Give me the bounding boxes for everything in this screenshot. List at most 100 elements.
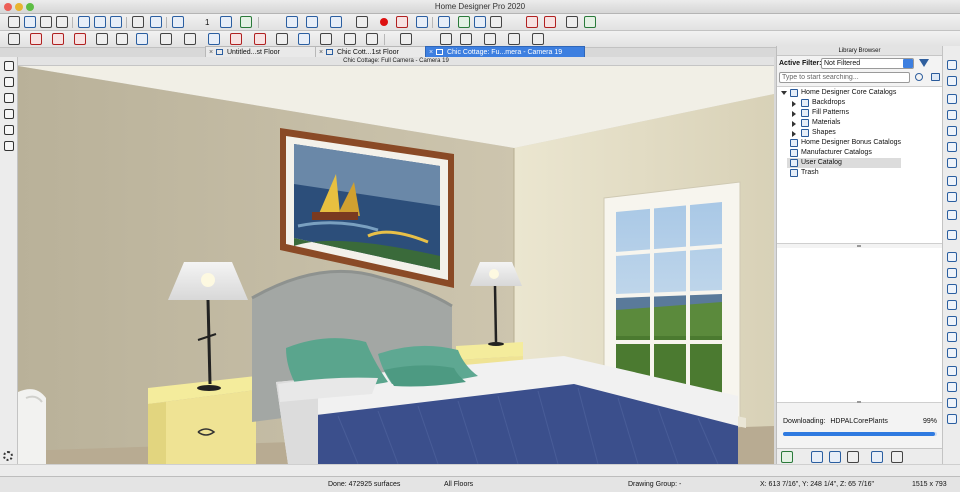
select-arrow-icon[interactable] xyxy=(4,61,14,71)
pan-window-icon[interactable] xyxy=(947,110,957,120)
active-filter-select[interactable]: Not Filtered xyxy=(821,58,914,69)
print-icon[interactable] xyxy=(56,16,68,28)
help-icon[interactable] xyxy=(150,16,162,28)
expand-arrow-icon[interactable] xyxy=(792,111,796,117)
splitter-handle[interactable] xyxy=(857,401,861,403)
cut-icon[interactable] xyxy=(78,16,90,28)
dimension-icon[interactable] xyxy=(947,348,957,358)
plan-icon[interactable] xyxy=(947,252,957,262)
tab-chic-cottage-camera[interactable]: × Chic Cottage: Fu...mera - Camera 19 xyxy=(425,46,585,57)
overview-icon[interactable] xyxy=(306,16,318,28)
new-catalog-icon[interactable] xyxy=(811,451,823,463)
resize-icon[interactable] xyxy=(4,125,14,135)
tree-item-materials[interactable]: Materials xyxy=(779,118,939,128)
move-icon[interactable] xyxy=(4,93,14,103)
library-browser-toggle-icon[interactable] xyxy=(584,16,596,28)
copy-icon[interactable] xyxy=(829,451,841,463)
export-icon[interactable] xyxy=(891,451,903,463)
refresh-icon[interactable] xyxy=(781,451,793,463)
gear-icon[interactable] xyxy=(3,451,13,461)
camera-view[interactable] xyxy=(18,66,774,464)
expand-arrow-icon[interactable] xyxy=(792,131,796,137)
walkthrough-icon[interactable] xyxy=(416,16,428,28)
pan-hand-icon[interactable] xyxy=(4,77,14,87)
tree-item-core-catalogs[interactable]: Home Designer Core Catalogs xyxy=(779,88,939,98)
expand-arrow-icon[interactable] xyxy=(792,121,796,127)
fill-window-icon[interactable] xyxy=(947,126,957,136)
arc-tool-icon[interactable] xyxy=(344,33,356,45)
tree-item-trash[interactable]: Trash xyxy=(779,168,939,178)
close-tab-icon[interactable]: × xyxy=(209,47,213,57)
reference-icon[interactable] xyxy=(947,316,957,326)
elevation-icon[interactable] xyxy=(947,268,957,278)
show-layer-icon[interactable] xyxy=(947,142,957,152)
rotate-icon[interactable] xyxy=(4,109,14,119)
lights-icon[interactable] xyxy=(947,332,957,342)
save-icon[interactable] xyxy=(40,16,52,28)
select-objects-icon[interactable] xyxy=(132,16,144,28)
paint-icon[interactable] xyxy=(356,16,368,28)
cabinet-tool-icon[interactable] xyxy=(136,33,148,45)
tree-item-bonus-catalogs[interactable]: Home Designer Bonus Catalogs xyxy=(779,138,939,148)
tree-item-shapes[interactable]: Shapes xyxy=(779,128,939,138)
record-icon[interactable] xyxy=(380,18,388,26)
new-file-icon[interactable] xyxy=(8,16,20,28)
redo-icon[interactable] xyxy=(110,16,122,28)
polyline-tool-icon[interactable] xyxy=(460,33,472,45)
tree-item-fill-patterns[interactable]: Fill Patterns xyxy=(779,108,939,118)
text-tool-icon[interactable] xyxy=(276,33,288,45)
delete-tool-icon[interactable] xyxy=(440,33,452,45)
expand-arrow-icon[interactable] xyxy=(781,91,787,95)
search-icon[interactable] xyxy=(915,73,923,81)
paste-icon[interactable] xyxy=(847,451,859,463)
horizontal-scrollbar[interactable] xyxy=(0,464,960,476)
circle-tool-icon[interactable] xyxy=(508,33,520,45)
room-tool-icon[interactable] xyxy=(52,33,64,45)
tree-item-manufacturer-catalogs[interactable]: Manufacturer Catalogs xyxy=(779,148,939,158)
camera-icon[interactable] xyxy=(286,16,298,28)
cad-tool-icon[interactable] xyxy=(298,33,310,45)
shape-tool-icon[interactable] xyxy=(366,33,378,45)
undo-icon[interactable] xyxy=(94,16,106,28)
up-floor-icon[interactable] xyxy=(220,16,232,28)
material-eyedropper-icon[interactable] xyxy=(396,16,408,28)
fixture-tool-icon[interactable] xyxy=(184,33,196,45)
select-tool-icon[interactable] xyxy=(8,33,20,45)
grid-icon[interactable] xyxy=(947,366,957,376)
zoom-out-icon[interactable] xyxy=(947,76,957,86)
display-options-icon[interactable] xyxy=(947,158,957,168)
filter-icon[interactable] xyxy=(919,59,929,67)
door-tool-icon[interactable] xyxy=(74,33,86,45)
camera-orbit-icon[interactable] xyxy=(4,141,14,151)
adjust-material-icon[interactable] xyxy=(474,16,486,28)
edit-icon[interactable] xyxy=(947,414,957,424)
walls-icon[interactable] xyxy=(947,192,957,202)
stairs-tool-icon[interactable] xyxy=(116,33,128,45)
transform-tool-icon[interactable] xyxy=(532,33,544,45)
perspective-icon[interactable] xyxy=(330,16,342,28)
expand-arrow-icon[interactable] xyxy=(792,101,796,107)
render-icon[interactable] xyxy=(438,16,450,28)
wall-tool-icon[interactable] xyxy=(30,33,42,45)
library-search-input[interactable] xyxy=(779,72,910,83)
edit-line-icon[interactable] xyxy=(400,33,412,45)
symbol-icon[interactable] xyxy=(947,382,957,392)
import-icon[interactable] xyxy=(871,451,883,463)
close-tab-icon[interactable]: × xyxy=(429,47,433,57)
open-folder-icon[interactable] xyxy=(24,16,36,28)
model-icon[interactable] xyxy=(947,176,957,186)
eraser-icon[interactable] xyxy=(544,16,556,28)
terrain-tool-icon[interactable] xyxy=(208,33,220,45)
zoom-in-icon[interactable] xyxy=(947,60,957,70)
checklist-icon[interactable] xyxy=(240,16,252,28)
curve-tool-icon[interactable] xyxy=(484,33,496,45)
new-folder-icon[interactable] xyxy=(931,73,940,81)
close-tab-icon[interactable]: × xyxy=(319,47,323,57)
window-tile-icon[interactable] xyxy=(566,16,578,28)
move-layer-icon[interactable] xyxy=(947,398,957,408)
spell-icon[interactable] xyxy=(526,16,538,28)
window-tool-icon[interactable] xyxy=(96,33,108,45)
splitter-handle[interactable] xyxy=(857,245,861,247)
dimension-tool-icon[interactable] xyxy=(160,33,172,45)
section-icon[interactable] xyxy=(947,284,957,294)
